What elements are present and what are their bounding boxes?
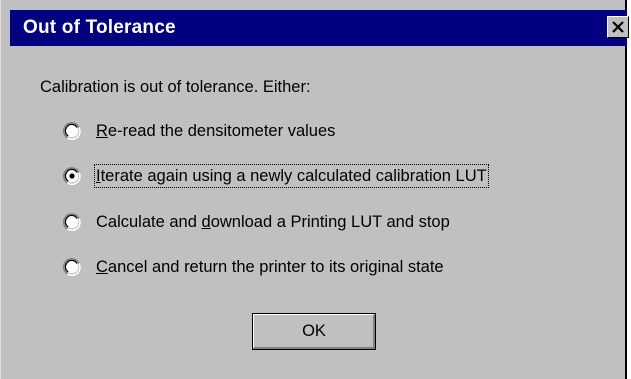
option-label: Calculate and download a Printing LUT an… xyxy=(96,213,450,231)
dialog-left-edge xyxy=(0,0,10,379)
option-label: Re-read the densitometer values xyxy=(96,122,336,140)
ok-button-label: OK xyxy=(302,322,326,340)
out-of-tolerance-dialog: Out of Tolerance Calibration is out of t… xyxy=(10,0,629,379)
window-title: Out of Tolerance xyxy=(23,17,176,38)
dialog-message: Calibration is out of tolerance. Either: xyxy=(40,78,311,96)
radio-unselected-icon[interactable] xyxy=(63,122,81,140)
radio-selected-icon[interactable] xyxy=(63,167,81,185)
radio-unselected-icon[interactable] xyxy=(63,213,81,231)
title-bar: Out of Tolerance xyxy=(10,10,629,46)
option-label: Iterate again using a newly calculated c… xyxy=(94,164,489,188)
close-icon xyxy=(612,21,624,33)
ok-button[interactable]: OK xyxy=(252,313,376,350)
close-button[interactable] xyxy=(607,16,629,38)
option-label: Cancel and return the printer to its ori… xyxy=(96,258,444,276)
radio-unselected-icon[interactable] xyxy=(63,258,81,276)
